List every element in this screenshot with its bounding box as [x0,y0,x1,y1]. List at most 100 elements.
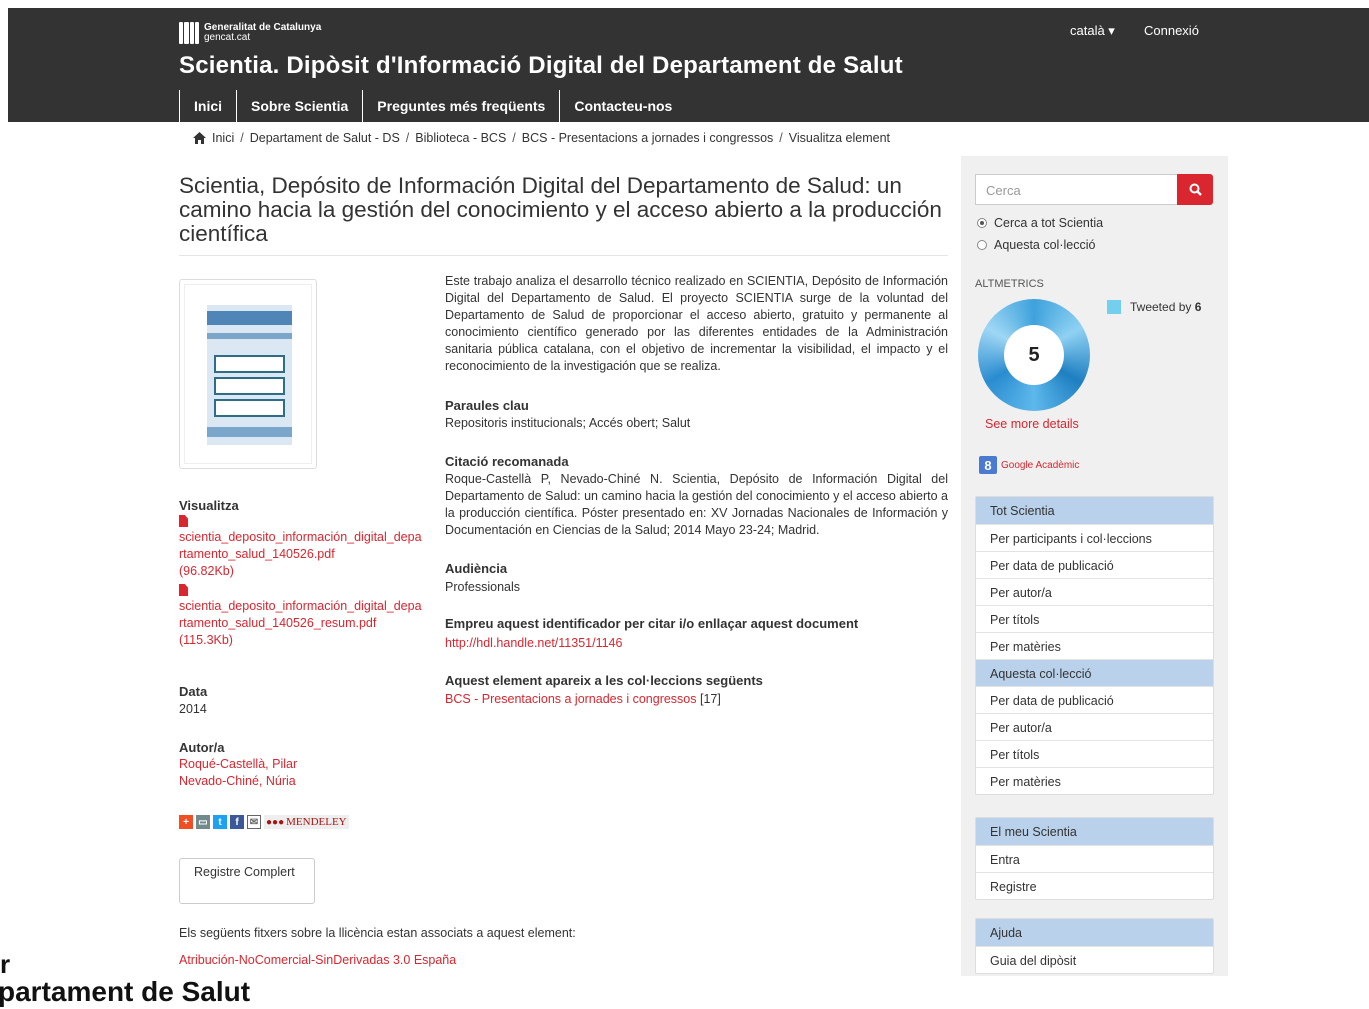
print-icon[interactable]: ▭ [196,815,210,829]
breadcrumb-separator: / [405,131,410,145]
twitter-legend-swatch [1107,300,1121,314]
handle-link[interactable]: http://hdl.handle.net/11351/1146 [445,635,948,652]
panel-heading-collection: Aquesta col·lecció [976,659,1213,686]
google-scholar-link[interactable]: 8 Google Acadèmic [979,456,1079,474]
file-link-1[interactable]: scientia_deposito_información_digital_de… [179,515,424,580]
view-label: Visualitza [179,498,239,513]
site-title[interactable]: Scientia. Dipòsit d'Informació Digital d… [179,52,903,80]
login-link[interactable]: Connexió [1144,23,1199,38]
scope-collection-label: Aquesta col·lecció [994,238,1096,252]
file-size: (115.3Kb) [179,633,233,647]
full-record-button[interactable]: Registre Complert [179,858,315,904]
login-menu-item[interactable]: Entra [976,845,1213,872]
breadcrumb-collection[interactable]: BCS - Presentacions a jornades i congres… [522,131,774,145]
identifier-label: Empreu aquest identificador per citar i/… [445,616,859,631]
date-value: 2014 [179,702,207,716]
share-toolbar: + ▭ t f ✉ ●●● MENDELEY [179,815,349,829]
browse-subject[interactable]: Per matèries [976,632,1213,659]
site-header: Generalitat de Catalunya gencat.cat Scie… [8,8,1369,122]
browse-date[interactable]: Per data de publicació [976,551,1213,578]
tweeted-label: Tweeted by [1130,300,1195,314]
google-scholar-label: Google Acadèmic [1001,459,1080,471]
nav-about[interactable]: Sobre Scientia [236,90,362,122]
date-label: Data [179,684,208,699]
facebook-icon[interactable]: f [230,815,244,829]
document-thumbnail[interactable] [179,279,317,469]
search-button[interactable] [1177,174,1213,205]
file-name[interactable]: scientia_deposito_información_digital_de… [179,530,422,561]
browse-all-panel: Tot Scientia Per participants i col·lecc… [975,496,1214,795]
google-scholar-icon: 8 [979,456,997,474]
author-label: Autor/a [179,740,225,755]
file-size: (96.82Kb) [179,564,234,578]
collection-count: [17] [696,692,721,706]
altmetrics-label: ALTMETRICS [975,278,1044,290]
twitter-icon[interactable]: t [213,815,227,829]
scope-all-radio[interactable]: Cerca a tot Scientia [977,216,1103,230]
breadcrumb-separator: / [240,131,244,145]
license-link[interactable]: Atribución-NoComercial-SinDerivadas 3.0 … [179,953,456,967]
collection-browse-date[interactable]: Per data de publicació [976,686,1213,713]
altmetric-donut[interactable]: 5 [978,299,1090,411]
breadcrumb-ds[interactable]: Departament de Salut - DS [250,131,400,145]
scope-collection-radio[interactable]: Aquesta col·lecció [977,238,1095,252]
breadcrumb-separator: / [779,131,783,145]
guide-menu-item[interactable]: Guia del dipòsit [976,946,1213,973]
search-input[interactable]: Cerca [975,174,1178,205]
poster-preview-image [207,305,292,445]
nav-faq[interactable]: Preguntes més freqüents [362,90,559,122]
file-link-2[interactable]: scientia_deposito_información_digital_de… [179,584,424,649]
keywords-value: Repositoris institucionals; Accés obert;… [445,416,691,430]
main-nav: Inici Sobre Scientia Preguntes més freqü… [179,90,686,122]
home-icon [193,132,206,144]
mendeley-label: MENDELEY [286,816,347,828]
browse-title[interactable]: Per títols [976,605,1213,632]
background-overlay-fragment: partament de Salut [0,976,251,1007]
gencat-logo-link[interactable]: Generalitat de Catalunya gencat.cat [179,22,321,44]
help-panel: Ajuda Guia del dipòsit [975,918,1214,974]
collection-browse-subject[interactable]: Per matèries [976,767,1213,794]
my-account-panel: El meu Scientia Entra Registre [975,817,1214,900]
see-more-details-link[interactable]: See more details [985,417,1079,431]
breadcrumb-current: Visualitza element [788,131,890,145]
author-link-1[interactable]: Roqué-Castellà, Pilar [179,756,297,773]
browse-author[interactable]: Per autor/a [976,578,1213,605]
panel-heading-my: El meu Scientia [976,818,1213,845]
citation-label: Citació recomanada [445,454,569,469]
tweeted-count: 6 [1194,300,1202,314]
mendeley-button[interactable]: ●●● MENDELEY [264,815,349,829]
addthis-plus-icon[interactable]: + [179,815,193,829]
breadcrumb-bcs[interactable]: Biblioteca - BCS [415,131,506,145]
nav-home[interactable]: Inici [179,90,236,122]
altmetric-score: 5 [1004,325,1064,385]
language-dropdown[interactable]: català ▾ [1070,23,1115,39]
abstract: Este trabajo analiza el desarrollo técni… [445,274,948,373]
sidebar: Cerca Cerca a tot Scientia Aquesta col·l… [961,156,1228,976]
radio-checked-icon [977,218,987,228]
citation-value: Roque-Castellà P, Nevado-Chiné N. Scient… [445,472,948,537]
panel-heading-all: Tot Scientia [976,497,1213,524]
collection-browse-title[interactable]: Per títols [976,740,1213,767]
keywords-label: Paraules clau [445,398,529,413]
license-text: Els següents fitxers sobre la llicència … [179,926,576,940]
browse-communities[interactable]: Per participants i col·leccions [976,524,1213,551]
scope-all-label: Cerca a tot Scientia [994,216,1104,230]
radio-unchecked-icon [977,240,987,250]
title-divider [179,255,948,256]
gencat-logo-icon [179,22,199,44]
collection-row: BCS - Presentacions a jornades i congres… [445,691,948,708]
nav-contact[interactable]: Contacteu-nos [559,90,686,122]
breadcrumb-separator: / [512,131,516,145]
register-menu-item[interactable]: Registre [976,872,1213,899]
tweeted-by: Tweeted by 6 [1130,300,1201,314]
file-name[interactable]: scientia_deposito_información_digital_de… [179,599,422,630]
breadcrumb-home[interactable]: Inici [212,131,234,145]
search-icon [1189,183,1202,196]
mendeley-icon: ●●● [266,816,285,828]
collection-browse-author[interactable]: Per autor/a [976,713,1213,740]
email-icon[interactable]: ✉ [247,815,261,829]
author-link-2[interactable]: Nevado-Chiné, Núria [179,773,296,790]
item-title: Scientia, Depósito de Información Digita… [179,173,942,246]
pdf-icon [179,584,188,596]
collection-link[interactable]: BCS - Presentacions a jornades i congres… [445,692,697,706]
